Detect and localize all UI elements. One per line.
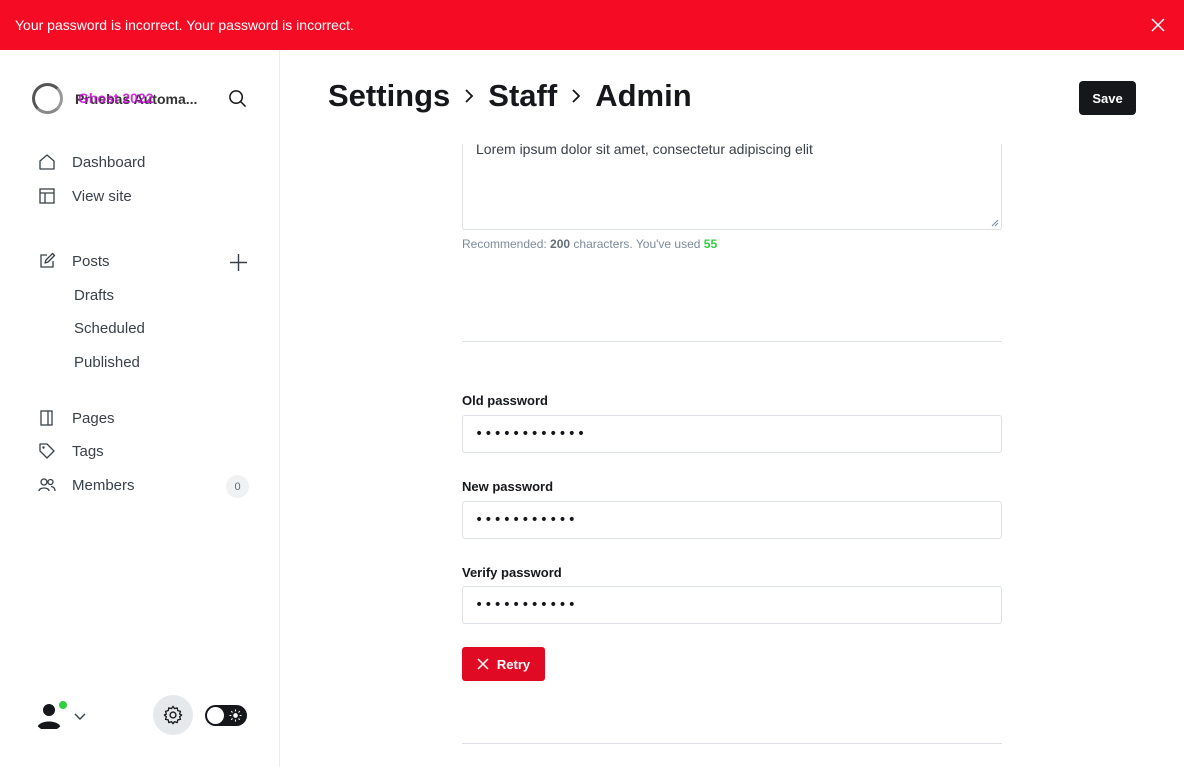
sidebar-subitem-drafts[interactable]: Drafts xyxy=(74,287,114,304)
breadcrumb: Settings Staff Admin xyxy=(328,78,692,114)
new-password-label: New password xyxy=(462,479,554,494)
save-button[interactable]: Save xyxy=(1079,81,1136,115)
sidebar-item-tags[interactable]: Tags xyxy=(38,442,104,460)
sidebar-subitem-published[interactable]: Published xyxy=(74,354,140,371)
sidebar-item-dashboard[interactable]: Dashboard xyxy=(38,153,145,171)
error-alert-banner: Your password is incorrect. Your passwor… xyxy=(0,0,1184,50)
sidebar-item-pages[interactable]: Pages xyxy=(38,409,115,427)
online-status-dot xyxy=(58,700,68,710)
old-password-field[interactable]: •••••••••••• xyxy=(462,415,1002,453)
close-icon[interactable] xyxy=(1150,17,1166,33)
chevron-down-icon[interactable] xyxy=(74,710,86,722)
breadcrumb-settings[interactable]: Settings xyxy=(328,78,450,114)
sidebar-item-label: Posts xyxy=(72,252,110,270)
section-divider xyxy=(462,341,1002,342)
retry-button[interactable]: Retry xyxy=(462,647,545,681)
close-icon xyxy=(477,658,489,670)
sidebar-item-members[interactable]: Members xyxy=(38,476,135,494)
section-divider xyxy=(462,743,1002,744)
sidebar-item-label: Dashboard xyxy=(72,153,146,171)
sidebar-item-posts[interactable]: Posts xyxy=(38,252,110,270)
verify-password-field[interactable]: ••••••••••• xyxy=(462,586,1002,624)
breadcrumb-staff[interactable]: Staff xyxy=(488,78,557,114)
members-icon xyxy=(38,478,56,492)
gear-icon xyxy=(163,705,183,725)
edit-icon xyxy=(40,252,56,268)
search-icon[interactable] xyxy=(228,89,247,108)
hint-middle: characters. You've used xyxy=(570,237,704,251)
sidebar-item-view-site[interactable]: View site xyxy=(38,187,132,205)
sidebar-item-label: Tags xyxy=(72,442,104,460)
site-brand[interactable]: Pruebas Automa... Ghost 2022 xyxy=(32,83,215,114)
sidebar: Pruebas Automa... Ghost 2022 Dashboard V… xyxy=(0,50,280,767)
alert-message: Your password is incorrect. Your passwor… xyxy=(15,17,354,33)
hint-prefix: Recommended: xyxy=(462,237,551,251)
bio-text: Lorem ipsum dolor sit amet, consectetur … xyxy=(476,144,813,157)
toggle-knob xyxy=(207,707,224,724)
sun-icon xyxy=(229,709,242,722)
bio-character-hint: Recommended: 200 characters. You've used… xyxy=(462,237,717,251)
settings-button[interactable] xyxy=(153,695,193,735)
plus-icon[interactable] xyxy=(229,253,248,272)
chevron-right-icon xyxy=(572,89,581,103)
pages-icon xyxy=(40,410,53,426)
chevron-right-icon xyxy=(465,89,474,103)
members-count-badge: 0 xyxy=(226,475,249,498)
hint-used-count: 55 xyxy=(703,237,718,251)
site-title-overlay-text: Ghost 2022 xyxy=(78,89,154,106)
new-password-field[interactable]: ••••••••••• xyxy=(462,501,1002,539)
sidebar-item-label: Members xyxy=(72,476,135,494)
site-title: Pruebas Automa... Ghost 2022 xyxy=(75,89,215,109)
home-icon xyxy=(39,154,55,170)
site-logo xyxy=(32,83,63,114)
resize-grip-icon[interactable] xyxy=(991,219,999,227)
sidebar-item-label: View site xyxy=(72,187,132,205)
breadcrumb-admin: Admin xyxy=(595,78,692,113)
sidebar-subitem-scheduled[interactable]: Scheduled xyxy=(74,320,145,337)
tag-icon xyxy=(39,443,55,459)
bio-textarea[interactable]: Lorem ipsum dolor sit amet, consectetur … xyxy=(462,144,1002,230)
layout-icon xyxy=(39,188,55,204)
old-password-label: Old password xyxy=(462,393,548,408)
sidebar-item-label: Pages xyxy=(72,409,115,427)
hint-recommended-count: 200 xyxy=(550,237,571,251)
retry-label: Retry xyxy=(496,656,531,672)
theme-toggle[interactable] xyxy=(205,705,247,726)
verify-password-label: Verify password xyxy=(462,565,562,580)
